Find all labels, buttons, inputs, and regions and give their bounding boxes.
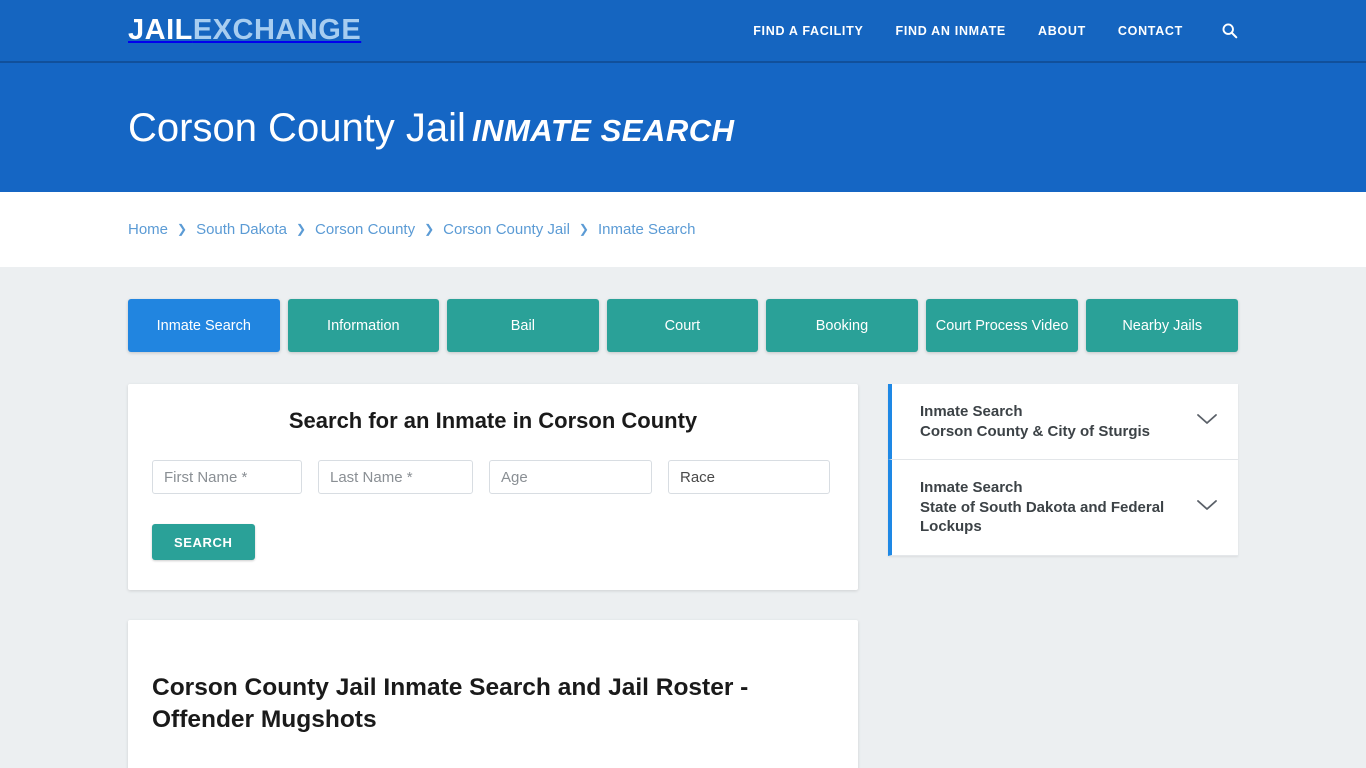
breadcrumb: Home ❯ South Dakota ❯ Corson County ❯ Co… xyxy=(128,221,1238,238)
tab-inmate-search[interactable]: Inmate Search xyxy=(128,299,280,352)
article-title: Corson County Jail Inmate Search and Jai… xyxy=(152,674,749,734)
page-title-main: Corson County Jail xyxy=(128,105,466,150)
first-name-input[interactable] xyxy=(152,460,302,494)
header-inner: JAIL EXCHANGE FIND A FACILITY FIND AN INM… xyxy=(128,0,1238,61)
breadcrumb-separator-icon: ❯ xyxy=(424,221,435,236)
tab-nearby-jails[interactable]: Nearby Jails xyxy=(1086,299,1238,352)
last-name-input[interactable] xyxy=(318,460,473,494)
nav-item-find-a-facility[interactable]: FIND A FACILITY xyxy=(753,24,863,38)
tab-information[interactable]: Information xyxy=(287,299,440,352)
search-form-heading: Search for an Inmate in Corson County xyxy=(288,408,698,433)
site-logo[interactable]: JAIL EXCHANGE xyxy=(128,16,361,45)
logo-text-jail: JAIL xyxy=(128,14,193,46)
breadcrumb-separator-icon: ❯ xyxy=(578,221,589,236)
tab-court[interactable]: Court xyxy=(606,299,759,352)
page-title-inner: Corson County Jail Inmate Search xyxy=(128,106,1238,150)
breadcrumb-item-corson-county[interactable]: Corson County xyxy=(315,221,415,238)
accordion-line-1: Inmate Search xyxy=(920,403,1023,420)
article-card: Corson County Jail Inmate Search and Jai… xyxy=(128,620,858,768)
tab-court-process-video[interactable]: Court Process Video xyxy=(925,299,1079,352)
accordion-line-1: Inmate Search xyxy=(920,479,1023,496)
main-navigation: FIND A FACILITY FIND AN INMATE ABOUT CON… xyxy=(753,22,1238,39)
sidebar: Inmate Search Corson County & City of St… xyxy=(888,384,1238,556)
sidebar-accordion-corson-county-sturgis[interactable]: Inmate Search Corson County & City of St… xyxy=(888,384,1238,460)
breadcrumb-separator-icon: ❯ xyxy=(295,221,307,236)
tab-booking[interactable]: Booking xyxy=(766,299,918,352)
breadcrumb-item-corson-county-jail[interactable]: Corson County Jail xyxy=(443,221,570,238)
sidebar-accordion-state-federal[interactable]: Inmate Search State of South Dakota and … xyxy=(888,460,1238,556)
breadcrumb-item-home[interactable]: Home xyxy=(128,221,168,238)
breadcrumb-band: Home ❯ South Dakota ❯ Corson County ❯ Co… xyxy=(0,192,1366,267)
chevron-down-icon xyxy=(1196,498,1218,517)
tab-bail[interactable]: Bail xyxy=(447,299,599,352)
accordion-label: Inmate Search Corson County & City of St… xyxy=(920,402,1150,441)
logo-text-exchange: EXCHANGE xyxy=(192,14,362,46)
nav-item-find-an-inmate[interactable]: FIND AN INMATE xyxy=(895,24,1005,38)
inmate-search-card: Search for an Inmate in Corson County Ra… xyxy=(128,384,858,590)
site-header: JAIL EXCHANGE FIND A FACILITY FIND AN INM… xyxy=(0,0,1366,63)
section-tabs: Inmate Search Information Bail Court Boo… xyxy=(128,299,1238,352)
chevron-down-icon xyxy=(1196,412,1218,431)
search-icon xyxy=(1221,22,1238,39)
accordion-line-2: Corson County & City of Sturgis xyxy=(920,422,1150,440)
header-search-button[interactable] xyxy=(1215,22,1238,39)
accordion-label: Inmate Search State of South Dakota and … xyxy=(920,478,1182,537)
breadcrumb-separator-icon: ❯ xyxy=(177,221,188,236)
breadcrumb-item-current: Inmate Search xyxy=(597,221,696,238)
search-submit-button[interactable]: SEARCH xyxy=(152,524,255,560)
content-container: Inmate Search Information Bail Court Boo… xyxy=(128,299,1238,768)
nav-item-contact[interactable]: CONTACT xyxy=(1118,24,1183,38)
page-title: Corson County Jail Inmate Search xyxy=(128,106,1238,150)
page-body: Inmate Search Information Bail Court Boo… xyxy=(0,267,1366,768)
page-title-suffix: Inmate Search xyxy=(471,112,735,148)
race-select[interactable]: Race xyxy=(668,460,830,494)
content-columns: Search for an Inmate in Corson County Ra… xyxy=(128,384,1238,768)
main-column: Search for an Inmate in Corson County Ra… xyxy=(128,384,858,768)
page-title-band: Corson County Jail Inmate Search xyxy=(0,63,1366,192)
age-input[interactable] xyxy=(489,460,652,494)
search-form-fields: Race xyxy=(152,460,834,494)
breadcrumb-item-south-dakota[interactable]: South Dakota xyxy=(196,221,287,238)
nav-item-about[interactable]: ABOUT xyxy=(1038,24,1086,38)
accordion-line-2: State of South Dakota and Federal Lockup… xyxy=(920,498,1165,536)
